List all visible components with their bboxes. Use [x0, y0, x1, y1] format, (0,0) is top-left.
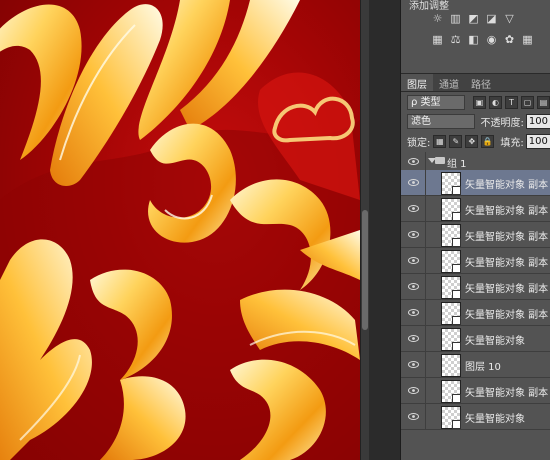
- smart-object-badge-icon: [452, 212, 461, 221]
- filter-adjust-icon[interactable]: ◐: [489, 95, 502, 109]
- tab-channels[interactable]: 通道: [433, 74, 465, 91]
- visibility-eye-icon[interactable]: [401, 152, 426, 170]
- document-canvas[interactable]: [0, 0, 360, 460]
- filter-kind-dropdown[interactable]: ρ 类型: [407, 94, 465, 110]
- adjustments-row-1: ☼ ▥ ◩ ◪ ▽: [431, 12, 516, 25]
- layer-name: 矢量智能对象 副本 8: [465, 180, 550, 191]
- layer-name: 矢量智能对象 副本 7: [465, 206, 550, 217]
- fill-field[interactable]: 100: [525, 133, 550, 149]
- lock-label: 锁定:: [407, 137, 431, 149]
- lock-transparent-icon[interactable]: ▦: [433, 134, 447, 148]
- smart-object-badge-icon: [452, 186, 461, 195]
- lock-image-icon[interactable]: ✎: [449, 134, 463, 148]
- visibility-eye-icon[interactable]: [401, 274, 426, 299]
- layer-name: 矢量智能对象 副本 5: [465, 258, 550, 269]
- lock-position-icon[interactable]: ✥: [465, 134, 479, 148]
- exposure-icon[interactable]: ◪: [485, 12, 498, 25]
- levels-icon[interactable]: ▥: [449, 12, 462, 25]
- layer-thumbnail: [441, 354, 461, 377]
- layer-row-smart-object[interactable]: 矢量智能对象 副本 8: [401, 170, 550, 196]
- filter-pixel-icon[interactable]: ▣: [473, 95, 486, 109]
- smart-object-badge-icon: [452, 420, 461, 429]
- scrollbar-thumb[interactable]: [362, 210, 368, 330]
- canvas-artwork: [0, 0, 360, 460]
- lock-all-icon[interactable]: 🔒: [481, 134, 495, 148]
- tab-paths[interactable]: 路径: [465, 74, 497, 91]
- filter-row: ρ 类型 ▣ ◐ T ▢ ▤: [401, 92, 550, 112]
- vibrance-icon[interactable]: ▽: [503, 12, 516, 25]
- filter-smart-icon[interactable]: ▤: [537, 95, 550, 109]
- smart-object-badge-icon: [452, 342, 461, 351]
- layer-row-smart-object[interactable]: 矢量智能对象 副本 3: [401, 300, 550, 326]
- adjustments-row-2: ▦ ⚖ ◧ ◉ ✿ ▦: [431, 33, 534, 46]
- layer-row-smart-object[interactable]: 矢量智能对象: [401, 326, 550, 352]
- color-balance-icon[interactable]: ⚖: [449, 33, 462, 46]
- visibility-eye-icon[interactable]: [401, 404, 426, 429]
- layer-thumbnail: [441, 302, 461, 325]
- layer-row-smart-object[interactable]: 矢量智能对象 副本 5: [401, 248, 550, 274]
- visibility-eye-icon[interactable]: [401, 222, 426, 247]
- layers-panel-tabs: 图层 通道 路径: [401, 73, 550, 92]
- layer-thumbnail: [441, 172, 461, 195]
- lock-row: 锁定: ▦ ✎ ✥ 🔒 填充: 100: [401, 131, 550, 151]
- bw-icon[interactable]: ◧: [467, 33, 480, 46]
- channel-mixer-icon[interactable]: ✿: [503, 33, 516, 46]
- adjustments-title: 添加调整: [409, 1, 449, 12]
- tab-layers[interactable]: 图层: [401, 74, 433, 91]
- smart-object-badge-icon: [452, 264, 461, 273]
- right-panel: 添加调整 ☼ ▥ ◩ ◪ ▽ ▦ ⚖ ◧ ◉ ✿ ▦ 图层 通道 路径 ρ 类型…: [400, 0, 550, 460]
- opacity-field[interactable]: 100: [525, 113, 550, 129]
- visibility-eye-icon[interactable]: [401, 378, 426, 403]
- layer-thumbnail: [441, 198, 461, 221]
- blend-row: 滤色 不透明度: 100: [401, 111, 550, 131]
- smart-object-badge-icon: [452, 238, 461, 247]
- layer-name: 组 1: [447, 159, 467, 170]
- filter-shape-icon[interactable]: ▢: [521, 95, 534, 109]
- layer-group-row[interactable]: 组 1: [401, 152, 550, 171]
- layer-row-smart-object[interactable]: 矢量智能对象 副本 7: [401, 196, 550, 222]
- visibility-eye-icon[interactable]: [401, 352, 426, 377]
- visibility-eye-icon[interactable]: [401, 170, 426, 195]
- fill-label: 填充:: [500, 137, 524, 149]
- smart-object-badge-icon: [452, 316, 461, 325]
- hue-sat-icon[interactable]: ▦: [431, 33, 444, 46]
- layer-row-smart-object[interactable]: 矢量智能对象: [401, 404, 550, 430]
- layer-name: 矢量智能对象 副本 6: [465, 232, 550, 243]
- layers-list: 组 1 矢量智能对象 副本 8 矢量智能对象 副本 7 矢量智能对象 副本 6 矢量智…: [401, 152, 550, 460]
- brightness-icon[interactable]: ☼: [431, 12, 444, 25]
- layer-row-smart-object[interactable]: 矢量智能对象 副本 6: [401, 222, 550, 248]
- layer-name: 矢量智能对象: [465, 414, 525, 425]
- canvas-vertical-scrollbar[interactable]: [360, 0, 369, 460]
- smart-object-badge-icon: [452, 394, 461, 403]
- opacity-label: 不透明度:: [480, 117, 524, 129]
- smart-object-badge-icon: [452, 290, 461, 299]
- color-lookup-icon[interactable]: ▦: [521, 33, 534, 46]
- visibility-eye-icon[interactable]: [401, 248, 426, 273]
- layer-thumbnail: [441, 224, 461, 247]
- layer-row-smart-object[interactable]: 矢量智能对象 副本 4: [401, 274, 550, 300]
- curves-icon[interactable]: ◩: [467, 12, 480, 25]
- layer-name: 矢量智能对象 副本 4: [465, 284, 550, 295]
- photo-filter-icon[interactable]: ◉: [485, 33, 498, 46]
- layer-name: 矢量智能对象 副本: [465, 388, 549, 399]
- layer-name: 图层 10: [465, 362, 501, 373]
- layer-row-pixel[interactable]: 图层 10: [401, 352, 550, 378]
- layer-thumbnail: [441, 250, 461, 273]
- visibility-eye-icon[interactable]: [401, 326, 426, 351]
- layer-row-smart-object[interactable]: 矢量智能对象 副本: [401, 378, 550, 404]
- visibility-eye-icon[interactable]: [401, 300, 426, 325]
- layer-thumbnail: [441, 276, 461, 299]
- layer-name: 矢量智能对象: [465, 336, 525, 347]
- panel-gutter: [369, 0, 400, 460]
- layer-thumbnail: [441, 406, 461, 429]
- visibility-eye-icon[interactable]: [401, 196, 426, 221]
- filter-type-icon[interactable]: T: [505, 95, 518, 109]
- layer-thumbnail: [441, 380, 461, 403]
- blend-mode-dropdown[interactable]: 滤色: [407, 113, 475, 129]
- layer-name: 矢量智能对象 副本 3: [465, 310, 550, 321]
- layer-thumbnail: [441, 328, 461, 351]
- folder-icon: [435, 157, 445, 164]
